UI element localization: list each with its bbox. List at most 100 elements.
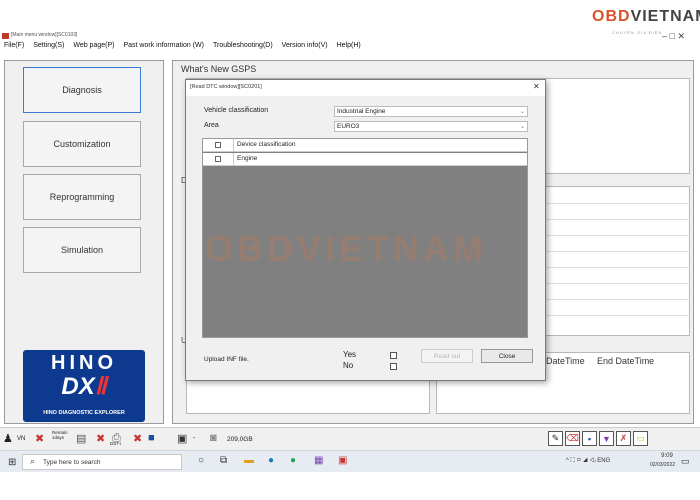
upload-inf-label: Upload INF file. xyxy=(204,356,249,363)
windows-start-icon[interactable]: ⊞ xyxy=(8,457,16,468)
reprogramming-button[interactable]: Reprogramming xyxy=(23,174,141,220)
window-title: [Main menu window][SC0103] xyxy=(11,32,78,38)
person-icon: ♟ xyxy=(3,433,13,445)
dialog-title: [Read DTC window][SC0201] xyxy=(190,84,262,90)
no-checkbox[interactable] xyxy=(390,363,397,370)
vehicle-classification-select[interactable]: Industrial Engine ⌄ xyxy=(334,106,528,117)
filter-icon[interactable]: ▼ xyxy=(599,431,614,446)
eraser-icon[interactable]: ⌫ xyxy=(565,431,580,446)
status-dash: - xyxy=(193,435,196,442)
remain-value: 1days xyxy=(52,435,65,440)
app-icon[interactable]: ▦ xyxy=(314,455,323,466)
logo-roman-two: Ⅱ xyxy=(94,373,107,400)
taskbar-search[interactable]: ⌕ Type here to search xyxy=(22,454,182,470)
menu-file[interactable]: File(F) xyxy=(4,42,24,55)
language-indicator[interactable]: ENG xyxy=(597,458,610,464)
dst-label: DST-i xyxy=(110,441,122,446)
grid-line xyxy=(545,283,690,284)
grid-line xyxy=(545,251,690,252)
menu-past-work[interactable]: Past work information (W) xyxy=(123,42,204,55)
watermark: OBDVIETNAM xyxy=(205,228,487,269)
read-out-button[interactable]: Read out xyxy=(421,349,473,363)
area-select[interactable]: EURO3 ⌄ xyxy=(334,121,528,132)
edge-beta-icon[interactable]: ● xyxy=(290,455,296,466)
menu-version-info[interactable]: Version info(V) xyxy=(282,42,328,55)
clock-time[interactable]: 9:09 xyxy=(652,453,682,459)
windows-taskbar: ⊞ ⌕ Type here to search ○ ⧉ ▬ ● ● ▦ ▣ ^ … xyxy=(0,450,700,472)
app-icon xyxy=(2,33,9,39)
simulation-button[interactable]: Simulation xyxy=(23,227,141,273)
dialog-close-icon[interactable]: ✕ xyxy=(533,82,540,91)
remain-days: Remain 1days xyxy=(52,430,68,440)
grid-line xyxy=(545,267,690,268)
column-separator xyxy=(233,139,234,152)
file-explorer-icon[interactable]: ▬ xyxy=(244,455,254,466)
whats-new-title: What's New GSPS xyxy=(181,64,257,74)
vehicle-classification-value: Industrial Engine xyxy=(337,108,386,115)
menu-web-page[interactable]: Web page(P) xyxy=(73,42,114,55)
area-label: Area xyxy=(204,122,219,129)
bottom-margin xyxy=(0,472,700,500)
lock-icon: ▣ xyxy=(177,433,188,445)
menu-troubleshooting[interactable]: Troubleshooting(D) xyxy=(213,42,273,55)
disk-icon: ◙ xyxy=(210,432,217,444)
device-classification-header: Device classification xyxy=(237,141,296,148)
grid-line xyxy=(545,203,690,204)
grid-line xyxy=(545,299,690,300)
history-col-datetime: DateTime xyxy=(546,356,585,366)
search-placeholder: Type here to search xyxy=(43,459,101,466)
grid-line xyxy=(545,315,690,316)
tools-icon[interactable]: ✗ xyxy=(616,431,631,446)
brand-word-1: OBD xyxy=(592,8,631,25)
vehicle-classification-label: Vehicle classification xyxy=(204,107,269,114)
device-icon: ▤ xyxy=(76,433,87,445)
brand-word-2: VIETNAM xyxy=(630,8,700,25)
hino-dx-taskbar-icon[interactable]: ▣ xyxy=(338,455,347,466)
logo-dx-text: DXⅡ xyxy=(23,372,145,401)
yes-checkbox[interactable] xyxy=(390,352,397,359)
column-separator xyxy=(233,153,234,166)
error-icon: ✖ xyxy=(96,433,106,445)
grid-header-row: Device classification xyxy=(203,139,527,152)
grid-line xyxy=(545,235,690,236)
truck-icon: ■ xyxy=(148,432,155,444)
no-label: No xyxy=(343,361,354,370)
search-icon: ⌕ xyxy=(30,456,36,466)
grid-line xyxy=(545,219,690,220)
logo-caption: HINO DIAGNOSTIC EXPLORER xyxy=(43,410,125,416)
folder-icon[interactable]: ▭ xyxy=(633,431,648,446)
status-bar: ♟ VN ✖ Remain 1days ▤ ✖ ⎙ DST-i ✖ ■ ▣ - ◙… xyxy=(0,427,700,450)
chevron-down-icon: ⌄ xyxy=(519,109,525,115)
close-button[interactable]: Close xyxy=(481,349,533,363)
clock-date[interactable]: 02/03/2022 xyxy=(650,462,675,468)
left-nav-panel: Diagnosis Customization Reprogramming Si… xyxy=(4,60,164,424)
notification-icon[interactable]: ▭ xyxy=(681,456,690,467)
save-icon[interactable]: ▪ xyxy=(582,431,597,446)
yes-label: Yes xyxy=(343,350,357,359)
vn-label: VN xyxy=(17,436,26,442)
diagnosis-button[interactable]: Diagnosis xyxy=(23,67,141,113)
window-controls[interactable]: – □ ✕ xyxy=(662,31,685,42)
error-icon: ✖ xyxy=(35,433,45,445)
table-row[interactable]: Engine xyxy=(203,153,527,166)
menu-help[interactable]: Help(H) xyxy=(337,42,361,55)
menu-bar: File(F) Setting(S) Web page(P) Past work… xyxy=(0,42,700,55)
menu-setting[interactable]: Setting(S) xyxy=(33,42,64,55)
pen-icon[interactable]: ✎ xyxy=(548,431,563,446)
edge-icon[interactable]: ● xyxy=(268,455,274,466)
disk-space: 209,0GB xyxy=(227,436,253,443)
logo-dx: DX xyxy=(61,373,95,400)
brand-tagline: CHUYÊN GIA ĐIỆN xyxy=(612,30,663,35)
task-view-icon[interactable]: ⧉ xyxy=(220,455,227,466)
row-checkbox[interactable] xyxy=(215,156,221,162)
customization-button[interactable]: Customization xyxy=(23,121,141,167)
cortana-icon[interactable]: ○ xyxy=(198,455,204,466)
tray-icons[interactable]: ^ ⛶ ▭ ◢ ◁ᵢ xyxy=(566,458,597,464)
tool-icons: ✎ ⌫ ▪ ▼ ✗ ▭ xyxy=(548,431,648,446)
system-tray: ^ ⛶ ▭ ◢ ◁ᵢ ENG xyxy=(566,458,610,465)
area-value: EURO3 xyxy=(337,123,360,130)
device-name: Engine xyxy=(237,155,258,162)
chevron-down-icon: ⌄ xyxy=(519,124,525,130)
brand-logo: OBDVIETNAM xyxy=(592,8,700,26)
select-all-checkbox[interactable] xyxy=(215,142,221,148)
